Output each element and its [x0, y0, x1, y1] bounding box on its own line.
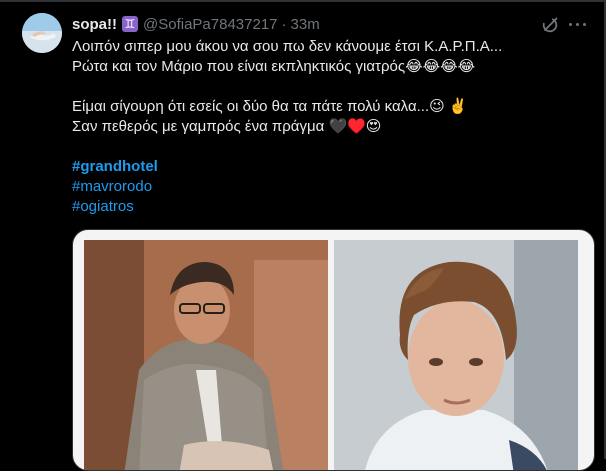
- display-name[interactable]: sopa!!: [72, 16, 117, 33]
- hashtag-link[interactable]: #grandhotel: [72, 158, 158, 175]
- tweet-line: Είμαι σίγουρη ότι εσείς οι δύο θα τα πάτ…: [72, 98, 468, 115]
- tweet-line: Σαν πεθερός με γαμπρός ένα πράγμα 🖤♥️😍: [72, 118, 382, 135]
- photo-young-man[interactable]: [334, 240, 578, 470]
- media-card[interactable]: [72, 229, 595, 471]
- photo-older-man[interactable]: [84, 240, 328, 470]
- hashtag-link[interactable]: #ogiatros: [72, 198, 134, 215]
- hashtag-link[interactable]: #mavrorodo: [72, 178, 152, 195]
- more-icon[interactable]: [567, 16, 589, 34]
- tweet-text: Λοιπόν σιπερ μου άκου να σου πω δεν κάνο…: [72, 37, 592, 217]
- avatar-image: [22, 13, 62, 53]
- separator-dot: ·: [281, 15, 287, 33]
- timeline-divider: [0, 0, 606, 2]
- avatar[interactable]: [22, 13, 62, 53]
- timestamp[interactable]: 33m: [291, 16, 320, 33]
- zodiac-badge-icon: ♊: [122, 16, 138, 32]
- tweet-header: sopa!! ♊ @SofiaPa78437217 · 33m: [72, 14, 320, 34]
- grok-icon[interactable]: [541, 16, 559, 34]
- tweet-line: Ρώτα και τον Μάριο που είναι εκπληκτικός…: [72, 58, 476, 75]
- user-handle[interactable]: @SofiaPa78437217: [143, 16, 278, 33]
- tweet-line: Λοιπόν σιπερ μου άκου να σου πω δεν κάνο…: [72, 38, 503, 55]
